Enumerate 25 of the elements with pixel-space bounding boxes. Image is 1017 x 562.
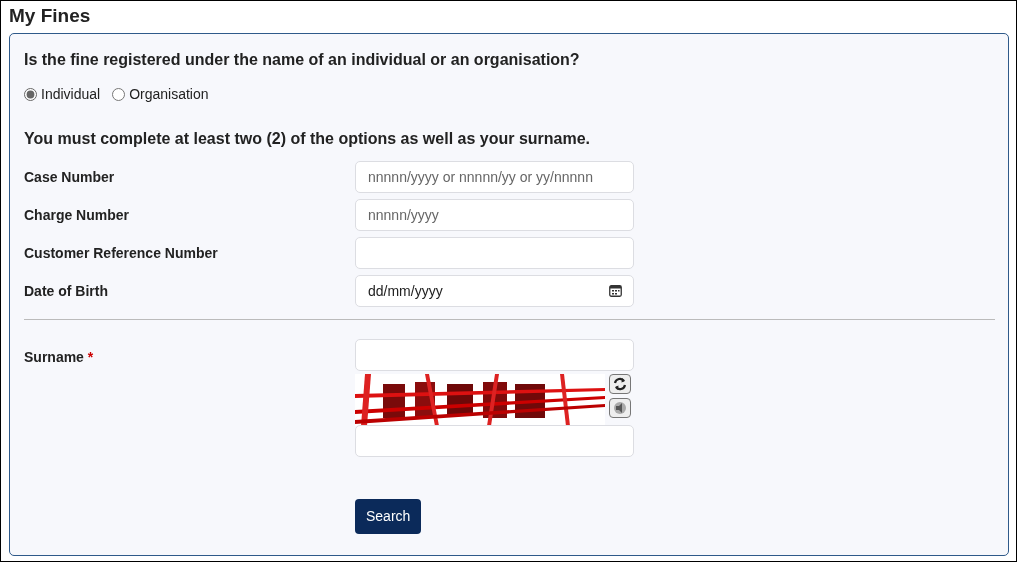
speaker-icon	[613, 401, 627, 415]
field-label: Customer Reference Number	[24, 244, 218, 261]
surname-field[interactable]	[355, 339, 634, 371]
field-label: Surname	[24, 349, 85, 365]
refresh-icon	[613, 377, 627, 391]
text-field[interactable]	[355, 237, 634, 269]
radio-option[interactable]: Individual	[24, 84, 101, 105]
radio-button[interactable]	[24, 88, 37, 101]
instruction-text: You must complete at least two (2) of the options as well as your surname.	[24, 129, 592, 149]
text-field[interactable]: nnnnn/yyyy	[355, 199, 634, 231]
field-label: Charge Number	[24, 206, 130, 223]
captcha-field[interactable]	[355, 425, 634, 457]
page-title: My Fines	[9, 5, 92, 27]
text-field[interactable]: nnnnn/yyyy or nnnnn/yy or yy/nnnnn	[355, 161, 634, 193]
question-text: Is the fine registered under the name of an individual or an organisation?	[24, 50, 581, 70]
field-label: Case Number	[24, 168, 115, 185]
audio-button[interactable]	[609, 398, 631, 418]
field-label: Date of Birth	[24, 282, 108, 299]
radio-option[interactable]: Organisation	[112, 84, 209, 105]
radio-button[interactable]	[112, 88, 126, 101]
required-mark: *	[87, 349, 94, 365]
search-button[interactable]: Search	[355, 499, 422, 534]
calendar-icon	[609, 285, 622, 297]
date-field[interactable]: dd/mm/yyyy	[355, 275, 634, 307]
refresh-button[interactable]	[609, 374, 631, 394]
